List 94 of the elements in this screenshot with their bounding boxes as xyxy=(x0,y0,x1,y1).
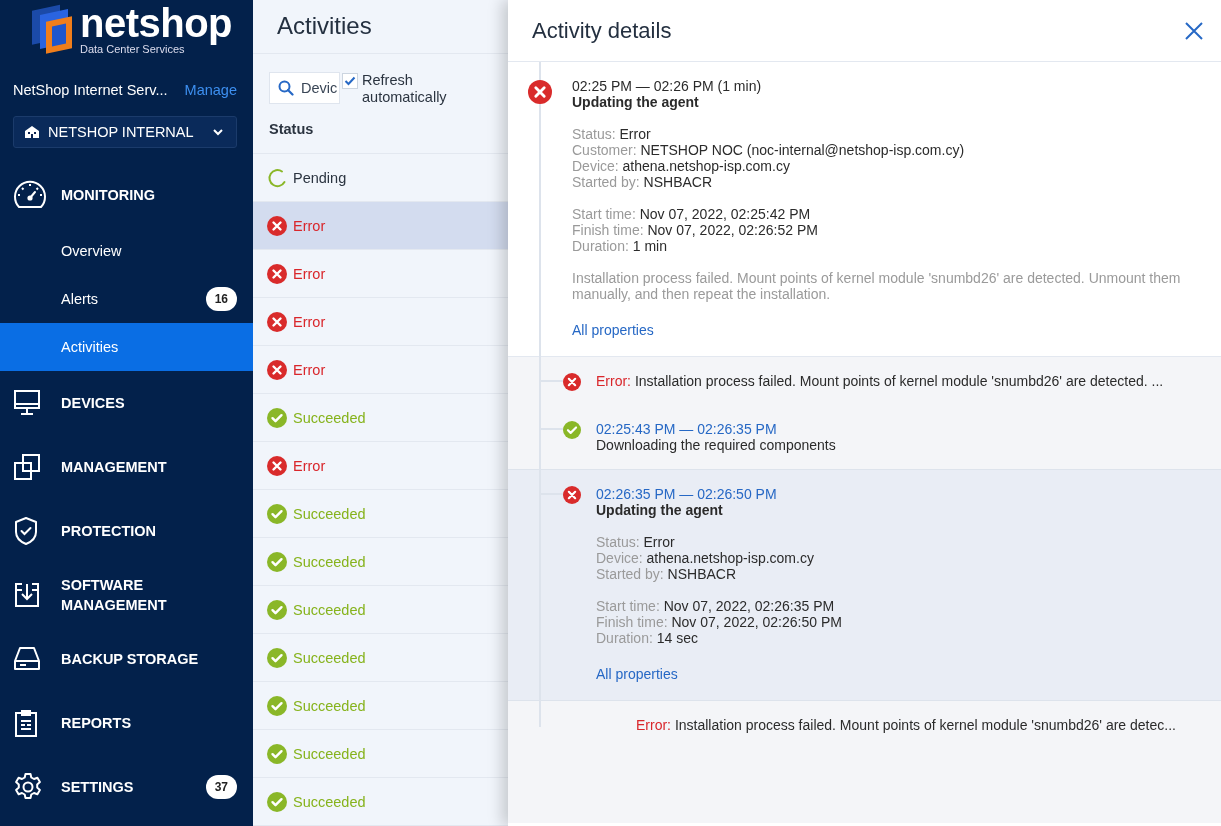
nav-item[interactable]: SETTINGS 37 xyxy=(0,755,253,819)
all-properties-link[interactable]: All properties xyxy=(596,666,678,682)
error-icon xyxy=(267,311,287,332)
table-row[interactable]: Error xyxy=(253,442,508,490)
nav-item[interactable]: BACKUP STORAGE xyxy=(0,627,253,691)
status-text: Succeeded xyxy=(293,649,366,666)
status-text: Pending xyxy=(293,169,347,186)
check-circle-icon xyxy=(267,791,287,812)
nav-item[interactable]: PROTECTION xyxy=(0,499,253,563)
building-icon xyxy=(24,125,40,139)
check-circle-icon xyxy=(267,407,287,428)
search-icon xyxy=(278,79,294,96)
time-range: 02:26:35 PM — 02:26:50 PM xyxy=(596,486,778,502)
nav-item[interactable]: MANAGEMENT xyxy=(0,435,253,499)
property-text: Customer: NETSHOP NOC (noc-internal@netshop-isp.com.cy) xyxy=(572,142,966,158)
status-text: Succeeded xyxy=(293,553,366,570)
column-header[interactable]: Status xyxy=(269,121,314,138)
checkbox[interactable] xyxy=(342,72,358,89)
manage-link[interactable]: Manage xyxy=(184,82,237,98)
step-title: Updating the agent xyxy=(596,502,724,518)
check-circle-icon xyxy=(267,647,287,668)
count-badge: 16 xyxy=(205,287,237,311)
error-message: Error: Installation process failed. Mount points of kernel module 'snumbd26' are detected. ... xyxy=(596,373,1164,389)
error-icon xyxy=(267,263,287,284)
check-circle-icon xyxy=(267,695,287,716)
check-circle-icon xyxy=(267,551,287,572)
check-circle-icon xyxy=(267,743,287,764)
gauge-icon xyxy=(13,180,47,210)
search-field[interactable]: Devic xyxy=(269,71,340,104)
activity-title: Updating the agent xyxy=(572,94,700,110)
status-text: Succeeded xyxy=(293,409,366,426)
property-text: Started by: NSHBACR xyxy=(596,566,738,582)
overlapping-squares-icon xyxy=(13,453,41,481)
status-text: Succeeded xyxy=(293,745,366,762)
chevron-down-icon xyxy=(212,128,224,136)
nav-item[interactable]: REPORTS xyxy=(0,691,253,755)
error-icon xyxy=(267,215,287,236)
table-row[interactable]: Error xyxy=(253,202,508,250)
property-text: Device: athena.netshop-isp.com.cy xyxy=(596,550,815,566)
property-text: Finish time: Nov 07, 2022, 02:26:50 PM xyxy=(596,614,842,630)
nav-subitem[interactable]: Activities xyxy=(0,323,253,371)
nav-item[interactable]: DEVICES xyxy=(0,371,253,435)
error-icon xyxy=(267,455,287,476)
status-text: Error xyxy=(293,361,326,378)
panel-title: Activity details xyxy=(532,17,672,44)
nav-subitem[interactable]: Overview xyxy=(0,227,253,275)
error-message: Error: Installation process failed. Mount points of kernel module 'snumbd26' are detec... xyxy=(636,717,1177,733)
logo-name: netshop xyxy=(80,3,233,43)
status-text: Succeeded xyxy=(293,697,366,714)
hard-drive-icon xyxy=(13,646,41,672)
table-row[interactable]: Error xyxy=(253,298,508,346)
status-text: Error xyxy=(293,265,326,282)
status-text: Succeeded xyxy=(293,505,366,522)
logo-tagline: Data Center Services xyxy=(80,44,185,55)
property-text: Status: Error xyxy=(596,534,676,550)
all-properties-link[interactable]: All properties xyxy=(572,322,654,338)
property-text: Device: athena.netshop-isp.com.cy xyxy=(572,158,791,174)
check-circle-icon xyxy=(267,503,287,524)
nav-item[interactable]: MONITORING xyxy=(0,163,253,227)
spinner-icon xyxy=(267,167,287,188)
property-text: Start time: Nov 07, 2022, 02:26:35 PM xyxy=(596,598,836,614)
download-box-icon xyxy=(13,581,41,609)
property-text: Finish time: Nov 07, 2022, 02:26:52 PM xyxy=(572,222,819,238)
property-text: Status: Error xyxy=(572,126,652,142)
monitor-icon xyxy=(13,389,41,417)
error-icon xyxy=(267,359,287,380)
check-circle-icon xyxy=(267,599,287,620)
step-title: Downloading the required components xyxy=(596,437,836,453)
clipboard-icon xyxy=(13,708,39,738)
nav-subitem[interactable]: Alerts 16 xyxy=(0,275,253,323)
organization-name: NetShop Internet Serv... xyxy=(13,82,168,98)
property-text: Started by: NSHBACR xyxy=(572,174,714,190)
status-text: Error xyxy=(293,217,326,234)
table-row[interactable]: Error xyxy=(253,250,508,298)
status-text: Succeeded xyxy=(293,793,366,810)
status-text: Error xyxy=(293,313,326,330)
status-text: Succeeded xyxy=(293,601,366,618)
step-item[interactable]: 02:25:43 PM — 02:26:35 PM Downloading the required components xyxy=(508,405,1221,469)
settings-icon xyxy=(13,772,43,802)
step-item[interactable] xyxy=(508,469,1221,701)
shield-icon xyxy=(13,516,39,546)
checkbox-label: Refresh automatically xyxy=(362,71,448,106)
nav-item[interactable]: SOFTWARE MANAGEMENT xyxy=(0,563,253,627)
property-text: Duration: 14 sec xyxy=(596,630,699,646)
property-text: Duration: 1 min xyxy=(572,238,668,254)
message-text: Installation process failed. Mount points of kernel module 'snumbd26' are detected. Unmount them manually, and then repeat the installation. xyxy=(572,270,1182,302)
table-row[interactable]: Error xyxy=(253,346,508,394)
property-text: Start time: Nov 07, 2022, 02:25:42 PM xyxy=(572,206,812,222)
close-icon xyxy=(1185,21,1203,40)
time-range: 02:25:43 PM — 02:26:35 PM xyxy=(596,421,778,437)
count-badge: 37 xyxy=(205,775,237,799)
tenant-dropdown[interactable]: NETSHOP INTERNAL xyxy=(13,116,237,148)
time-range: 02:25 PM — 02:26 PM (1 min) xyxy=(572,78,763,94)
status-text: Error xyxy=(293,457,326,474)
